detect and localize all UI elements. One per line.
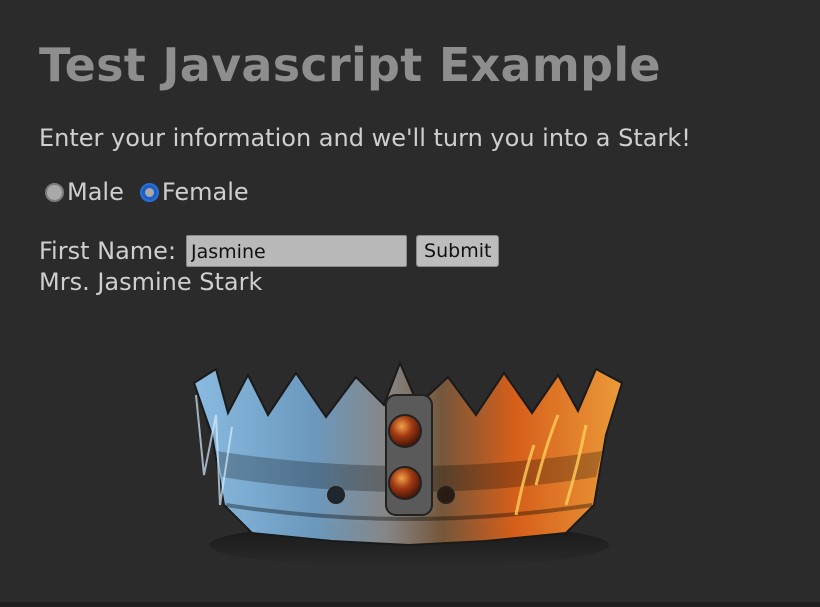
first-name-form: First Name: Submit [39,235,500,267]
crown-icon [192,360,624,567]
first-name-label: First Name: [39,237,177,265]
radio-male[interactable] [45,182,64,202]
result-text: Mrs. Jasmine Stark [39,268,263,296]
intro-text: Enter your information and we'll turn yo… [39,124,691,152]
radio-option-female[interactable]: Female [139,178,249,206]
radio-option-male[interactable]: Male [45,178,124,206]
radio-label-female: Female [161,178,249,206]
page-title: Test Javascript Example [39,38,661,92]
gender-radio-group: Male Female [45,178,265,206]
bottom-edge [0,602,820,607]
first-name-input[interactable] [186,235,408,267]
radio-label-male: Male [67,178,124,206]
radio-female[interactable] [139,182,159,202]
crown-image [186,355,632,570]
submit-button[interactable]: Submit [416,235,500,267]
